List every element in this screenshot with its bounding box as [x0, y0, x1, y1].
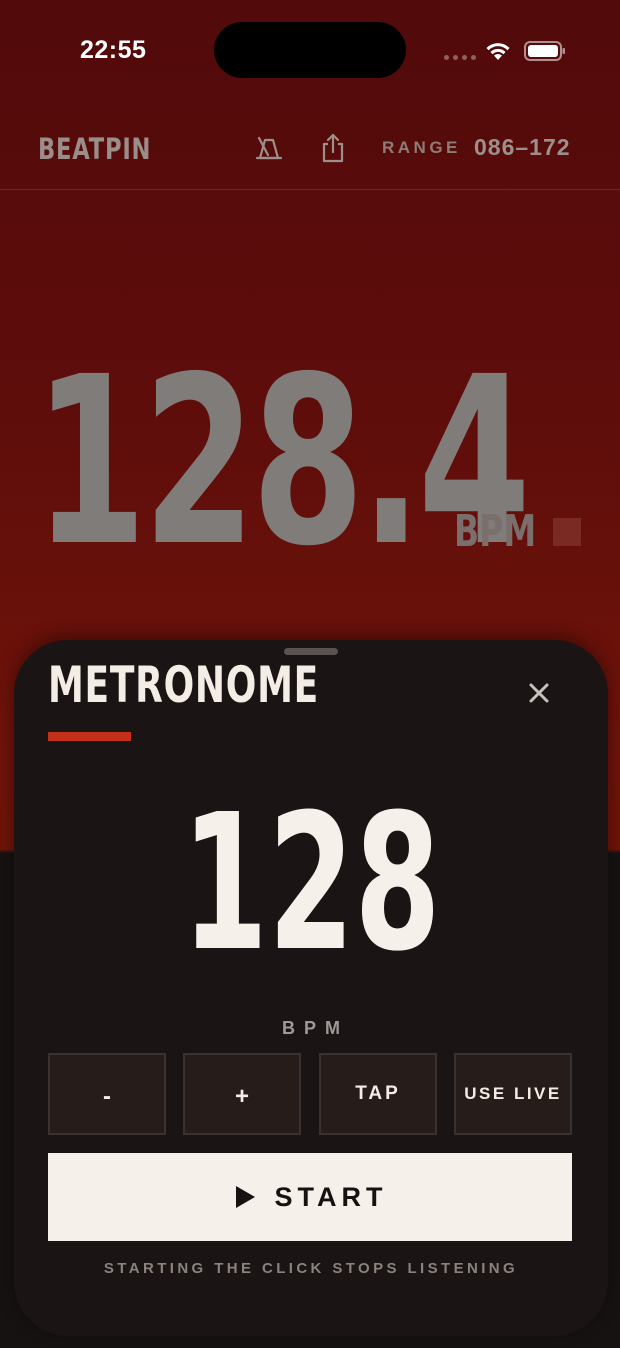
start-button[interactable]: START: [48, 1153, 572, 1241]
wifi-icon: [486, 43, 510, 60]
close-icon[interactable]: [524, 678, 554, 708]
live-bpm-unit: BPM: [454, 506, 537, 557]
range-value: 086–172: [474, 134, 571, 160]
use-live-button[interactable]: USE LIVE: [454, 1053, 572, 1135]
status-bar: 22:55: [0, 0, 620, 100]
share-icon[interactable]: [319, 132, 347, 164]
battery-icon: [524, 41, 565, 61]
app-header: BEATPIN RANGE 086–172: [0, 118, 620, 190]
title-accent-bar: [48, 732, 131, 741]
live-bpm-value: 128.4: [34, 327, 531, 597]
metronome-bpm-value: 128: [14, 790, 608, 978]
start-label: START: [274, 1181, 388, 1212]
metronome-sheet: METRONOME 128 BPM - + TAP USE LIVE START…: [14, 640, 608, 1336]
metronome-bpm-unit: BPM: [282, 1018, 349, 1038]
metronome-controls: - + TAP USE LIVE: [48, 1053, 572, 1135]
sheet-grabber[interactable]: [284, 648, 338, 655]
play-icon: [235, 1186, 255, 1208]
range-label: RANGE: [382, 138, 461, 157]
sheet-title: METRONOME: [48, 656, 319, 714]
increment-button[interactable]: +: [183, 1053, 301, 1135]
metronome-bpm-number: 128: [181, 774, 441, 993]
tap-button[interactable]: TAP: [319, 1053, 437, 1135]
beat-indicator: [553, 518, 581, 546]
app-brand: BEATPIN: [38, 132, 152, 166]
cellular-dots-icon: [444, 55, 476, 60]
app-screen: 22:55 BEATPIN RANGE 086–172 128.4 BPM ME…: [0, 0, 620, 1348]
sheet-footnote: STARTING THE CLICK STOPS LISTENING: [103, 1260, 519, 1277]
status-time: 22:55: [80, 36, 147, 64]
dynamic-island: [214, 22, 406, 78]
decrement-button[interactable]: -: [48, 1053, 166, 1135]
metronome-icon[interactable]: [254, 134, 284, 162]
